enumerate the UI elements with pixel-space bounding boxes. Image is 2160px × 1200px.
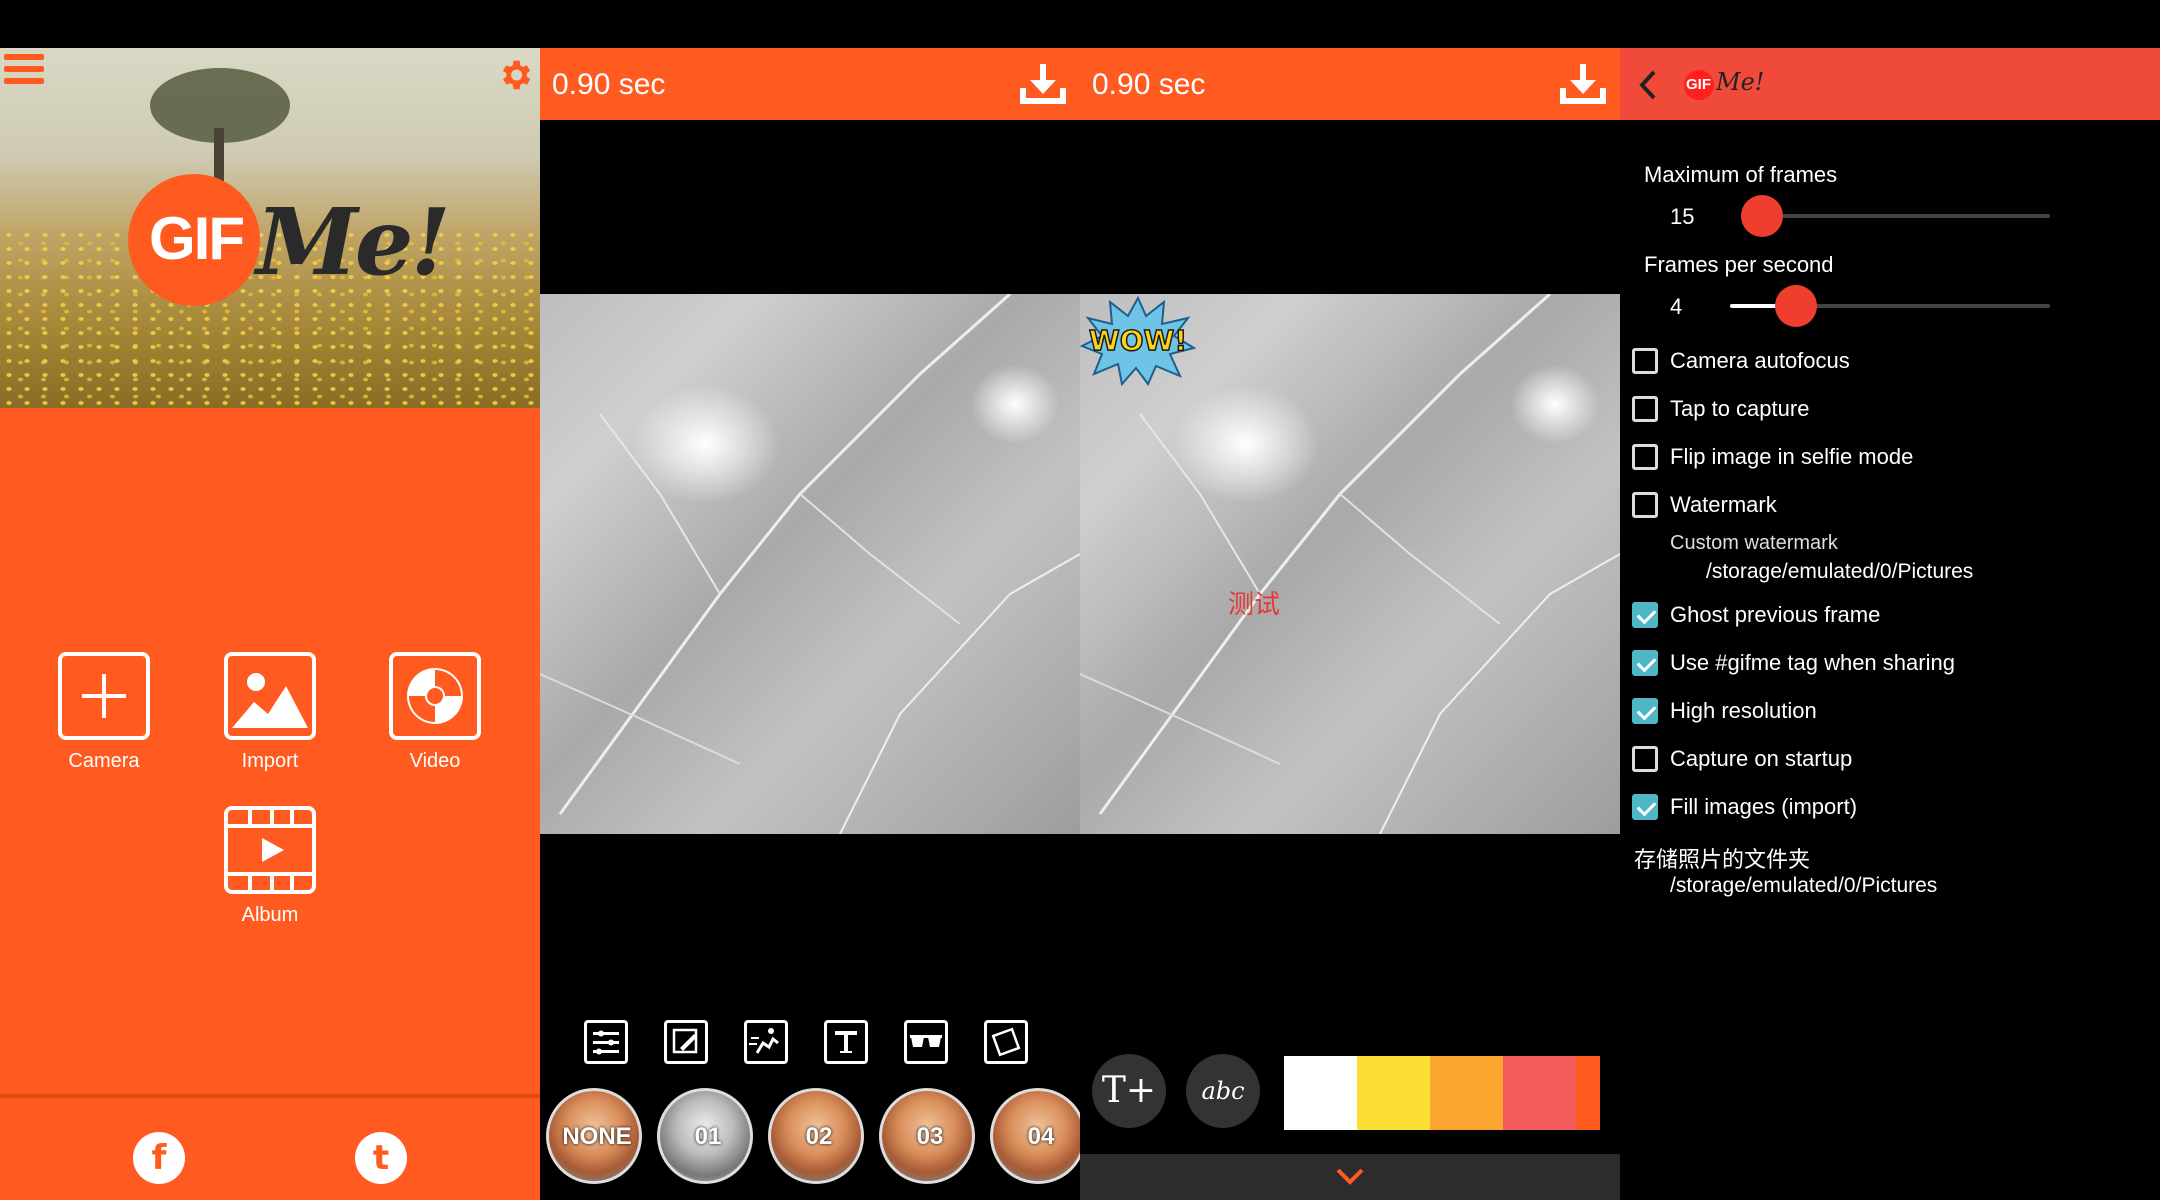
glasses-icon[interactable]	[904, 1020, 948, 1064]
frame-duration: 0.90 sec	[1092, 68, 1206, 101]
fps-label: Frames per second	[1644, 252, 1834, 277]
checkbox-box[interactable]	[1632, 444, 1658, 470]
color-swatch[interactable]	[1357, 1056, 1430, 1130]
video-button[interactable]: Video	[375, 652, 495, 773]
overlay-text[interactable]: 测试	[1228, 584, 1280, 621]
gifme-logo: GIF Me!	[128, 174, 451, 314]
frame-duration: 0.90 sec	[552, 68, 666, 101]
fps-value: 4	[1670, 294, 1683, 319]
camera-label: Camera	[68, 750, 140, 772]
photo-folder-path: /storage/emulated/0/Pictures	[1670, 874, 1938, 897]
checkbox-box[interactable]	[1632, 602, 1658, 628]
color-palette	[1284, 1056, 1600, 1130]
video-reel-icon	[407, 668, 463, 724]
edit-frame-icon[interactable]	[664, 1020, 708, 1064]
checkbox-box[interactable]	[1632, 650, 1658, 676]
color-swatch[interactable]	[1503, 1056, 1576, 1130]
custom-watermark-label[interactable]: Custom watermark	[1670, 532, 1838, 555]
video-label: Video	[409, 750, 461, 772]
crop-rotate-icon[interactable]	[984, 1020, 1028, 1064]
text-editor-topbar: 0.90 sec	[1080, 48, 1620, 120]
film-play-icon	[228, 810, 312, 890]
max-frames-slider-thumb[interactable]	[1741, 195, 1783, 237]
checkbox-box[interactable]	[1632, 396, 1658, 422]
font-style-button[interactable]: abc	[1186, 1054, 1260, 1128]
max-frames-label: Maximum of frames	[1644, 162, 1838, 187]
checkbox-box[interactable]	[1632, 348, 1658, 374]
hero-banner: GIF Me!	[0, 48, 540, 408]
filter-thumb[interactable]: 04	[990, 1088, 1080, 1184]
max-frames-slider[interactable]	[1750, 214, 2050, 218]
twitter-icon[interactable]: t	[355, 1132, 407, 1184]
fps-slider-thumb[interactable]	[1775, 285, 1817, 327]
gear-icon[interactable]	[496, 56, 534, 94]
album-label: Album	[241, 904, 299, 926]
filter-thumb[interactable]: 03	[879, 1088, 975, 1184]
filter-thumb[interactable]: NONE	[546, 1088, 642, 1184]
custom-watermark-path: /storage/emulated/0/Pictures	[1706, 560, 1974, 583]
editor-topbar: 0.90 sec	[540, 48, 1080, 120]
download-icon[interactable]	[1018, 62, 1068, 106]
camera-button[interactable]: Camera	[44, 652, 164, 773]
filter-thumb[interactable]: 01	[657, 1088, 753, 1184]
add-text-button[interactable]: T+	[1092, 1054, 1166, 1128]
import-label: Import	[241, 750, 299, 772]
facebook-icon[interactable]: f	[133, 1132, 185, 1184]
svg-text:WOW!: WOW!	[1089, 324, 1187, 357]
wow-sticker[interactable]: WOW!	[1080, 294, 1196, 386]
text-editor-screen: 0.90 sec 测试 WOW! T+ abc	[1080, 48, 1620, 1200]
chevron-down-icon[interactable]	[1330, 1162, 1370, 1192]
import-button[interactable]: Import	[210, 652, 330, 773]
album-button[interactable]: Album	[210, 806, 330, 927]
settings-screen: GIF Me! Maximum of frames 15 Frames per …	[1620, 48, 2160, 1200]
image-icon	[232, 673, 308, 728]
max-frames-value: 15	[1670, 204, 1695, 229]
menu-icon[interactable]	[4, 54, 44, 88]
gif-preview	[540, 294, 1080, 834]
back-icon[interactable]	[1634, 68, 1664, 102]
filter-thumb[interactable]: 02	[768, 1088, 864, 1184]
color-swatch[interactable]	[1430, 1056, 1503, 1130]
color-swatch[interactable]	[1284, 1056, 1357, 1130]
gif-preview: 测试 WOW!	[1080, 294, 1620, 834]
collapse-bar	[1080, 1154, 1620, 1200]
color-swatch[interactable]	[1576, 1056, 1600, 1130]
checkbox-box[interactable]	[1632, 492, 1658, 518]
checkbox-box[interactable]	[1632, 794, 1658, 820]
photo-folder-label[interactable]: 存储照片的文件夹	[1634, 842, 1810, 874]
sliders-icon[interactable]	[584, 1020, 628, 1064]
download-icon[interactable]	[1558, 62, 1608, 106]
home-screen: GIF Me! Camera Import Video Album f t	[0, 48, 540, 1200]
text-tool-icon[interactable]	[824, 1020, 868, 1064]
plus-icon	[82, 674, 126, 718]
settings-topbar: GIF Me!	[1620, 48, 2160, 120]
checkbox-box[interactable]	[1632, 698, 1658, 724]
social-footer: f t	[0, 1094, 540, 1200]
checkbox-box[interactable]	[1632, 746, 1658, 772]
editor-screen: 0.90 sec NONE 01 02 03 04	[540, 48, 1080, 1200]
run-icon[interactable]	[744, 1020, 788, 1064]
filter-strip: NONE 01 02 03 04	[546, 1088, 1080, 1188]
